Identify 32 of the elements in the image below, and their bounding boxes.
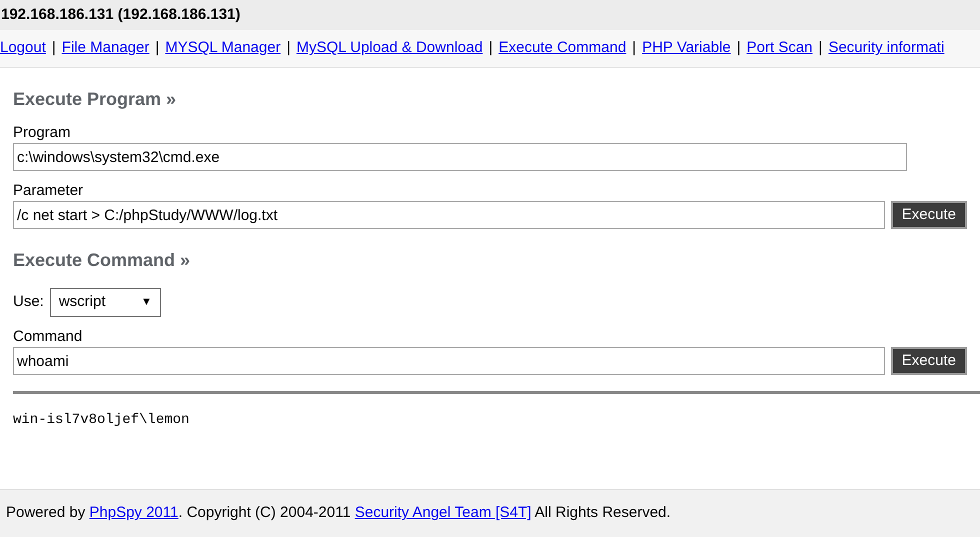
input-field[interactable]: /c net start > C:/phpStudy/WWW/log.txt	[13, 201, 885, 229]
nav-link[interactable]: Port Scan	[746, 37, 813, 60]
input-field[interactable]: c:\windows\system32\cmd.exe	[13, 143, 907, 171]
execute-button[interactable]: Execute	[890, 201, 967, 229]
command-output: win-isl7v8oljef\lemon	[13, 411, 190, 430]
nav-link[interactable]: Execute Command	[498, 37, 626, 60]
nav-link[interactable]: PHP Variable	[642, 37, 731, 60]
separator: |	[632, 38, 636, 58]
team-link[interactable]: Security Angel Team [S4T]	[354, 504, 532, 522]
nav-link[interactable]: File Manager	[62, 37, 150, 60]
nav-link[interactable]: Logout	[0, 37, 46, 60]
engine-dropdown[interactable]: wscript ▼	[50, 288, 161, 317]
separator: |	[286, 38, 290, 58]
phpspy-link[interactable]: PhpSpy 2011	[89, 504, 178, 522]
field-label: Program	[13, 123, 72, 143]
input-field[interactable]: whoami	[13, 347, 885, 375]
execute-button[interactable]: Execute	[890, 347, 967, 375]
separator: |	[52, 38, 56, 58]
separator: |	[155, 38, 160, 58]
separator: |	[488, 38, 493, 58]
field-label: Command	[13, 327, 84, 347]
section-heading: Execute Command »	[13, 249, 192, 272]
separator: |	[736, 38, 741, 58]
field-label: Parameter	[13, 181, 84, 201]
field-label: Use:	[13, 292, 44, 312]
separator: |	[818, 38, 822, 58]
page-title: 192.168.186.131 (192.168.186.131)	[1, 4, 240, 25]
footer-text: Powered by PhpSpy 2011. Copyright (C) 2004-2011 Security Angel Team [S4T] All Rights Reserved.	[6, 503, 671, 524]
nav-link[interactable]: MySQL Upload & Download	[296, 37, 483, 60]
section-heading: Execute Program »	[13, 88, 178, 111]
nav-link[interactable]: MYSQL Manager	[165, 37, 281, 60]
nav-link[interactable]: Security informati	[828, 37, 944, 60]
